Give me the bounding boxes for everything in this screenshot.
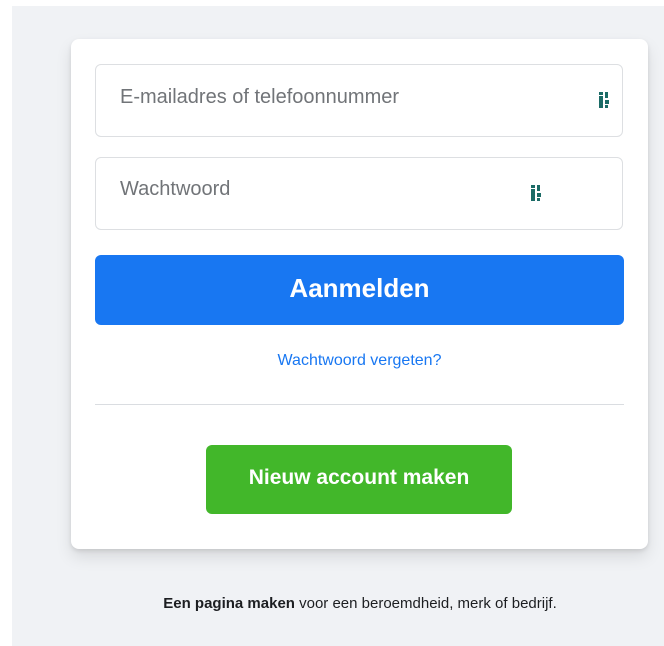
password-manager-icon[interactable] [599, 92, 611, 108]
password-input[interactable] [96, 158, 622, 229]
create-page-description: voor een beroemdheid, merk of bedrijf. [294, 595, 557, 612]
password-manager-icon[interactable] [531, 185, 543, 201]
create-page-text: Een pagina maken voor een beroemdheid, m… [80, 595, 640, 612]
password-field-container [95, 157, 623, 230]
create-page-link[interactable]: Een pagina maken [163, 595, 295, 612]
create-account-button[interactable]: Nieuw account maken [206, 445, 512, 514]
login-card: Aanmelden Wachtwoord vergeten? Nieuw acc… [71, 39, 648, 549]
email-field-container [95, 64, 623, 137]
email-input[interactable] [96, 65, 622, 136]
forgot-password-link[interactable]: Wachtwoord vergeten? [71, 352, 648, 370]
login-button[interactable]: Aanmelden [95, 255, 624, 325]
divider [95, 404, 624, 405]
